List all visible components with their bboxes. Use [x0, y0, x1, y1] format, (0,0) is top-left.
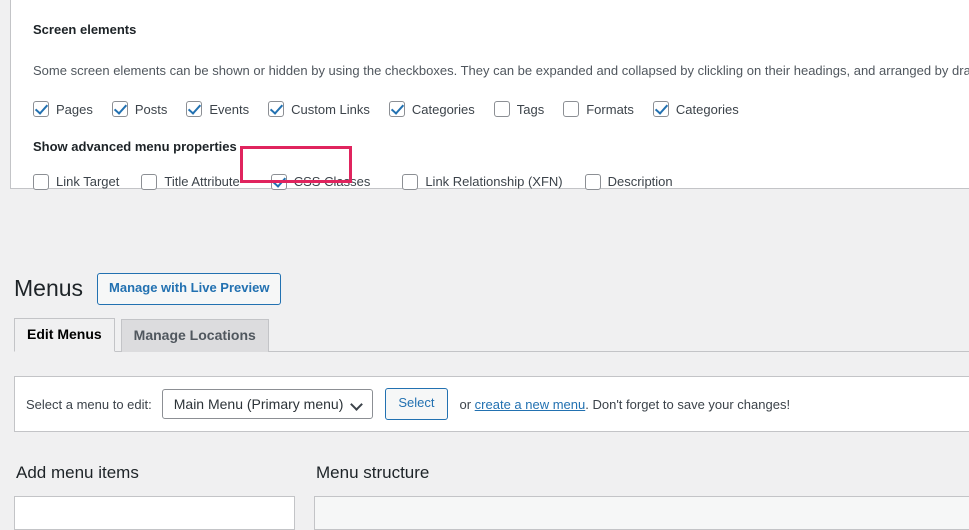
checkbox-box-icon[interactable] [494, 101, 510, 117]
checkbox-label: Title Attribute [164, 175, 239, 188]
screen-elements-checkbox-row: Pages Posts Events Custom Links Categori… [33, 101, 947, 117]
screen-elements-legend: Screen elements [33, 21, 947, 39]
tab-manage-locations[interactable]: Manage Locations [121, 319, 269, 352]
checkbox-box-icon[interactable] [33, 101, 49, 117]
select-menu-label: Select a menu to edit: [26, 397, 152, 412]
nav-tab-bar: Edit Menus Manage Locations [14, 321, 969, 352]
tab-edit-menus[interactable]: Edit Menus [14, 318, 115, 352]
add-menu-items-column: Add menu items [14, 462, 295, 530]
checkbox-label: Events [209, 103, 249, 116]
checkbox-label: Tags [517, 103, 544, 116]
checkbox-categories-taxonomy[interactable]: Categories [653, 101, 739, 117]
checkbox-label: Posts [135, 103, 168, 116]
checkbox-custom-links[interactable]: Custom Links [268, 101, 370, 117]
checkbox-label: Pages [56, 103, 93, 116]
screen-elements-description: Some screen elements can be shown or hid… [33, 62, 947, 80]
page-title: Menus [14, 274, 83, 304]
chevron-down-icon [352, 399, 363, 410]
select-button[interactable]: Select [385, 388, 447, 420]
checkbox-title-attribute[interactable]: Title Attribute [141, 174, 239, 190]
checkbox-box-icon[interactable] [112, 101, 128, 117]
checkbox-box-icon[interactable] [563, 101, 579, 117]
checkbox-label: Custom Links [291, 103, 370, 116]
or-text: or [460, 397, 475, 412]
manage-with-live-preview-button[interactable]: Manage with Live Preview [97, 273, 281, 305]
menu-select-dropdown[interactable]: Main Menu (Primary menu) [162, 389, 374, 419]
create-menu-hint: or create a new menu. Don't forget to sa… [460, 397, 791, 412]
add-menu-items-panel[interactable] [14, 496, 295, 530]
checkbox-events[interactable]: Events [186, 101, 249, 117]
menu-select-value: Main Menu (Primary menu) [174, 396, 344, 412]
checkbox-box-icon[interactable] [268, 101, 284, 117]
checkbox-box-icon[interactable] [585, 174, 601, 190]
checkbox-label: Description [608, 175, 673, 188]
checkbox-box-icon[interactable] [186, 101, 202, 117]
menu-structure-column: Menu structure [314, 462, 969, 530]
checkbox-box-icon[interactable] [402, 174, 418, 190]
checkbox-categories[interactable]: Categories [389, 101, 475, 117]
menu-structure-panel[interactable] [314, 496, 969, 530]
advanced-properties-legend: Show advanced menu properties [33, 138, 947, 156]
create-a-new-menu-link[interactable]: create a new menu [475, 397, 586, 412]
checkbox-label: Link Relationship (XFN) [425, 175, 562, 188]
checkbox-box-icon[interactable] [33, 174, 49, 190]
menu-structure-heading: Menu structure [316, 462, 969, 484]
advanced-properties-checkbox-row: Link Target Title Attribute CSS Classes … [33, 174, 947, 190]
checkbox-box-icon[interactable] [653, 101, 669, 117]
menus-page: Menus Manage with Live Preview Edit Menu… [0, 190, 969, 518]
checkbox-box-icon[interactable] [271, 174, 287, 190]
checkbox-link-target[interactable]: Link Target [33, 174, 119, 190]
checkbox-box-icon[interactable] [389, 101, 405, 117]
checkbox-label: Categories [412, 103, 475, 116]
add-menu-items-heading: Add menu items [16, 462, 295, 484]
checkbox-description[interactable]: Description [585, 174, 673, 190]
screen-options-panel: Screen elements Some screen elements can… [10, 0, 969, 189]
checkbox-css-classes[interactable]: CSS Classes [271, 174, 371, 190]
checkbox-label: Formats [586, 103, 634, 116]
save-changes-reminder: . Don't forget to save your changes! [585, 397, 790, 412]
checkbox-label: CSS Classes [294, 175, 371, 188]
checkbox-box-icon[interactable] [141, 174, 157, 190]
menu-selector-panel: Select a menu to edit: Main Menu (Primar… [14, 376, 969, 432]
checkbox-pages[interactable]: Pages [33, 101, 93, 117]
checkbox-label: Link Target [56, 175, 119, 188]
checkbox-posts[interactable]: Posts [112, 101, 168, 117]
checkbox-tags[interactable]: Tags [494, 101, 544, 117]
checkbox-formats[interactable]: Formats [563, 101, 634, 117]
checkbox-label: Categories [676, 103, 739, 116]
checkbox-link-relationship-xfn[interactable]: Link Relationship (XFN) [402, 174, 562, 190]
page-header: Menus Manage with Live Preview [14, 273, 281, 305]
